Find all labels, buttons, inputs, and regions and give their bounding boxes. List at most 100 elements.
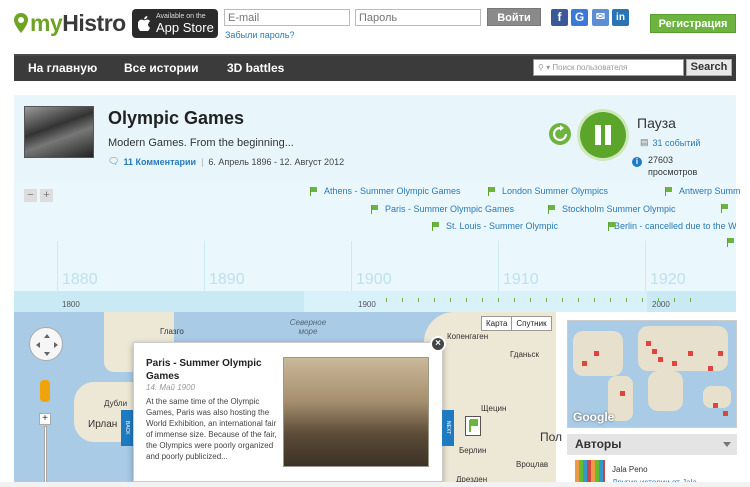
replay-button[interactable]	[549, 123, 571, 145]
flag-icon	[310, 186, 318, 196]
author-name[interactable]: Jala Peno	[612, 465, 648, 474]
timeline-zoom-in[interactable]: +	[40, 189, 53, 202]
map-pin-icon	[14, 13, 28, 33]
timeline-event-label: Athens - Summer Olympic Games	[324, 186, 461, 196]
timeline-event-label: Stockholm Summer Olympic	[562, 204, 676, 214]
timeline-event[interactable]: London Summer Olympics	[488, 186, 608, 196]
mail-icon[interactable]: ✉	[592, 9, 609, 26]
map-label: Глазго	[160, 327, 184, 336]
timeline-event[interactable]: Athens - Summer Olympic Games	[310, 186, 461, 196]
map-marker	[658, 357, 663, 362]
popup-title[interactable]: Paris - Summer Olympic Games	[146, 357, 276, 383]
map-type-map[interactable]: Карта	[482, 317, 513, 330]
views: 27603 просмотров	[648, 154, 697, 178]
pause-button[interactable]	[580, 112, 626, 158]
user-search-placeholder: Поиск пользователя	[552, 63, 628, 72]
decade-label: 1910	[503, 271, 539, 288]
linkedin-icon[interactable]: in	[612, 9, 629, 26]
popup-photo[interactable]	[283, 357, 429, 467]
app-store-badge[interactable]: Available on the App Store	[132, 9, 218, 38]
events-count-text: 31 событий	[652, 137, 701, 148]
meta-divider: |	[201, 156, 204, 167]
map-marker-icon[interactable]	[465, 416, 481, 436]
close-icon[interactable]: ×	[430, 336, 446, 352]
map-label: Северное море	[289, 318, 327, 336]
flag-icon	[665, 186, 673, 196]
pan-arrows-icon	[36, 334, 58, 356]
story-meta: 🗨 11 Комментарии | 6. Апрель 1896 - 12. …	[108, 156, 344, 167]
popup-date: 14. Май 1900	[146, 383, 196, 392]
map-label: Вроцлав	[516, 460, 549, 469]
events-count[interactable]: ▤ 31 событий	[640, 137, 700, 148]
logo[interactable]: myHistro	[14, 8, 126, 38]
timeline-event-label: St. Louis - Summer Olympic	[446, 221, 559, 231]
register-button[interactable]: Регистрация	[650, 14, 736, 33]
nav-home[interactable]: На главную	[28, 56, 97, 81]
overview-label: 1800	[62, 300, 80, 309]
nav-3d-battles[interactable]: 3D battles	[227, 56, 284, 81]
timeline-event[interactable]: Paris - Summer Olympic Games	[371, 204, 514, 214]
comment-icon: 🗨	[108, 156, 120, 166]
decade-label: 1880	[62, 271, 98, 288]
flag-icon	[432, 221, 440, 231]
map-pan-control[interactable]	[29, 327, 63, 361]
authors-title: Авторы	[575, 437, 622, 451]
authors-header[interactable]: Авторы	[567, 434, 737, 455]
timeline-event-label: Paris - Summer Olympic Games	[385, 204, 515, 214]
story-subtitle: Modern Games. From the beginning...	[108, 137, 294, 149]
email-field[interactable]	[224, 9, 350, 26]
logo-suffix: Histro	[62, 9, 126, 36]
map-marker	[594, 351, 599, 356]
popup-back-button[interactable]: BACK	[121, 410, 133, 446]
timeline-event-label: London Summer Olympics	[502, 186, 609, 196]
timeline-event[interactable]: Berlin - cancelled due to the W	[608, 221, 736, 231]
popup-next-button[interactable]: NEXT	[442, 410, 454, 446]
views-label: просмотров	[648, 167, 698, 177]
map-marker	[713, 403, 718, 408]
map-type-toggle: Карта Спутник	[481, 316, 552, 331]
map-label: Дубли	[104, 399, 128, 408]
bottom-divider	[0, 482, 750, 487]
map-zoom-in[interactable]: +	[39, 413, 51, 425]
timeline-event[interactable]: Stockholm Summer Olympic	[548, 204, 676, 214]
timeline-event[interactable]	[721, 204, 735, 213]
map-label: Гданьск	[510, 350, 539, 359]
login-button[interactable]: Войти	[487, 8, 541, 26]
timeline-event[interactable]: St. Louis - Summer Olympic	[432, 221, 558, 231]
pause-label: Пауза	[637, 115, 676, 131]
timeline-event[interactable]: Antwerp Summ	[665, 186, 741, 196]
search-button[interactable]: Search	[686, 59, 732, 76]
comments-link[interactable]: 11 Комментарии	[123, 157, 196, 167]
appstore-big-text: App Store	[156, 19, 214, 35]
nav-all-stories[interactable]: Все истории	[124, 56, 199, 81]
forgot-password-link[interactable]: Забыли пароль?	[225, 30, 294, 40]
map-label: Копенгаген	[447, 332, 489, 341]
map-marker	[718, 351, 723, 356]
map-label: Берлин	[459, 446, 487, 455]
replay-icon	[552, 125, 568, 142]
map-marker	[646, 341, 651, 346]
logo-prefix: my	[30, 9, 63, 36]
map-zoom-slider[interactable]	[44, 426, 47, 486]
user-search-input[interactable]: ⚲ ▾ Поиск пользователя	[533, 59, 684, 76]
chevron-down-icon	[723, 442, 731, 447]
timeline-overview[interactable]: 1800 1900 2000	[14, 291, 736, 312]
google-icon[interactable]: G	[571, 9, 588, 26]
views-count: 27603	[648, 155, 674, 165]
map-marker	[723, 411, 728, 416]
timeline-event[interactable]	[727, 238, 741, 247]
story-date-range: 6. Апрель 1896 - 12. Август 2012	[208, 156, 345, 167]
story-title: Olympic Games	[108, 108, 245, 128]
pegman-icon[interactable]	[40, 380, 50, 402]
timeline-event-label: Berlin - cancelled due to the W	[614, 221, 736, 231]
timeline-window[interactable]	[304, 291, 647, 312]
map-marker	[582, 361, 587, 366]
map-marker	[620, 391, 625, 396]
timeline-zoom-out[interactable]: −	[24, 189, 37, 202]
popup-text: At the same time of the Olympic Games, P…	[146, 397, 277, 461]
decade-label: 1900	[356, 271, 392, 288]
info-icon: i	[632, 157, 642, 167]
facebook-icon[interactable]: f	[551, 9, 568, 26]
map-type-satellite[interactable]: Спутник	[512, 317, 550, 330]
password-field[interactable]	[355, 9, 481, 26]
